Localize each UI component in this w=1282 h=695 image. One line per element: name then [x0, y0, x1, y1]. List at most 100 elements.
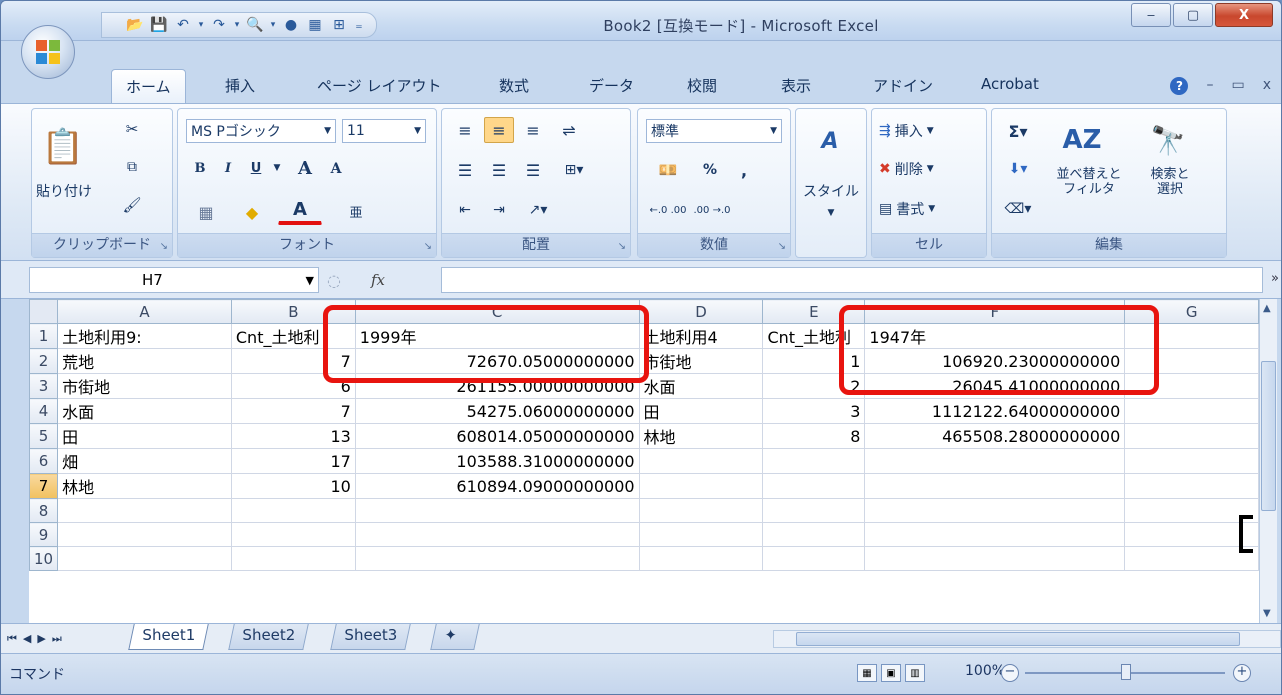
cell[interactable]: 106920.23000000000 [864, 348, 1126, 374]
row-header[interactable]: 2 [29, 348, 59, 374]
scrollbar-thumb[interactable] [1261, 361, 1276, 511]
vertical-scrollbar[interactable]: ▲ ▼ [1259, 299, 1277, 623]
chevron-down-icon[interactable]: ▼ [824, 207, 838, 219]
dialog-launcher-icon[interactable]: ↘ [778, 241, 786, 252]
column-header[interactable]: G [1124, 299, 1259, 324]
currency-icon[interactable]: 💴 [648, 157, 688, 183]
font-color-button[interactable]: A [278, 197, 322, 225]
cell[interactable] [57, 498, 232, 523]
cut-icon[interactable]: ✂ [120, 117, 144, 141]
cell[interactable]: 1999年 [354, 323, 640, 349]
align-left-icon[interactable]: ☰ [450, 157, 480, 183]
cell[interactable] [762, 448, 866, 474]
cell[interactable] [864, 522, 1126, 547]
copy-icon[interactable]: ⧉ [120, 155, 144, 179]
scroll-up-icon[interactable]: ▲ [1263, 303, 1271, 314]
format-painter-icon[interactable]: 🖌 [120, 193, 144, 217]
insert-function-button[interactable]: fx [371, 271, 385, 289]
underline-button[interactable]: U [244, 155, 268, 181]
cell[interactable]: 3 [762, 398, 866, 424]
cell[interactable] [638, 473, 764, 499]
cell[interactable] [354, 522, 640, 547]
cell[interactable]: 10 [230, 473, 356, 499]
increase-decimal-button[interactable]: ←.0 .00 [648, 197, 688, 223]
styles-icon[interactable]: A [810, 121, 850, 161]
cell[interactable]: 土地利用4 [638, 323, 764, 349]
bold-button[interactable]: B [188, 155, 212, 181]
styles-button-label[interactable]: スタイル [796, 181, 866, 201]
dialog-launcher-icon[interactable]: ↘ [160, 241, 168, 252]
cell[interactable]: 1112122.64000000000 [864, 398, 1126, 424]
scroll-down-icon[interactable]: ▼ [1263, 608, 1271, 619]
cell[interactable]: 610894.09000000000 [354, 473, 640, 499]
cell[interactable]: 水面 [57, 398, 232, 424]
shrink-font-button[interactable]: A [322, 157, 350, 181]
cell[interactable] [638, 522, 764, 547]
cell[interactable]: Cnt_土地利 [762, 323, 866, 349]
align-center-icon[interactable]: ☰ [484, 157, 514, 183]
cell[interactable] [354, 498, 640, 523]
cell[interactable]: 水面 [638, 373, 764, 399]
font-size-select[interactable]: 11 ▼ [342, 119, 426, 143]
zoom-slider-knob[interactable] [1121, 664, 1131, 680]
sort-filter-label[interactable]: 並べ替えと フィルタ [1048, 167, 1130, 197]
ribbon-restore-icon[interactable]: ▭ [1231, 77, 1244, 95]
tab-formulas[interactable]: 数式 [499, 75, 529, 96]
format-cells-button[interactable]: ▤ 書式 ▼ [878, 197, 982, 221]
cell[interactable]: 608014.05000000000 [354, 423, 640, 449]
cell[interactable] [230, 522, 356, 547]
row-header[interactable]: 10 [29, 546, 59, 571]
column-header[interactable]: A [57, 299, 232, 324]
sheet-nav-icon[interactable]: ⏮◀▶⏭ [7, 632, 68, 646]
paste-icon[interactable]: 📋 [38, 117, 88, 177]
cell[interactable] [762, 473, 866, 499]
number-format-select[interactable]: 標準 ▼ [646, 119, 782, 143]
delete-cells-button[interactable]: ✖ 削除 ▼ [878, 157, 982, 181]
tab-data[interactable]: データ [589, 75, 634, 96]
minimize-button[interactable]: ‒ [1131, 3, 1171, 27]
cell[interactable]: 26045.41000000000 [864, 373, 1126, 399]
decrease-indent-icon[interactable]: ⇤ [450, 197, 480, 223]
cell[interactable]: 17 [230, 448, 356, 474]
font-name-select[interactable]: MS Pゴシック ▼ [186, 119, 336, 143]
cell[interactable] [354, 546, 640, 571]
cell[interactable] [864, 546, 1126, 571]
align-right-icon[interactable]: ☰ [518, 157, 548, 183]
row-header[interactable]: 8 [29, 498, 59, 523]
insert-sheet-tab[interactable]: ✦ [430, 624, 480, 650]
increase-indent-icon[interactable]: ⇥ [484, 197, 514, 223]
tab-home[interactable]: ホーム [111, 69, 186, 105]
column-header[interactable]: E [762, 299, 866, 324]
cell[interactable]: 畑 [57, 448, 232, 474]
paste-label[interactable]: 貼り付け [32, 181, 96, 201]
cell[interactable]: 465508.28000000000 [864, 423, 1126, 449]
cell[interactable]: 261155.00000000000 [354, 373, 640, 399]
italic-button[interactable]: I [216, 155, 240, 181]
sheet-tab-2[interactable]: Sheet2 [228, 624, 309, 650]
page-layout-view-icon[interactable]: ▣ [881, 664, 901, 682]
tab-add-ins[interactable]: アドイン [873, 75, 933, 96]
cell[interactable] [1124, 448, 1259, 474]
cell[interactable] [864, 473, 1126, 499]
cell[interactable]: 田 [638, 398, 764, 424]
cell[interactable]: 市街地 [638, 348, 764, 374]
cell[interactable] [230, 498, 356, 523]
cell[interactable] [864, 498, 1126, 523]
grow-font-button[interactable]: A [290, 155, 320, 181]
select-all-corner[interactable] [29, 299, 59, 324]
cell[interactable]: Cnt_土地利 [230, 323, 356, 349]
cell[interactable] [762, 498, 866, 523]
cell[interactable] [1124, 473, 1259, 499]
cell[interactable]: 6 [230, 373, 356, 399]
ribbon-close-icon[interactable]: x [1263, 77, 1271, 95]
tab-acrobat[interactable]: Acrobat [981, 75, 1039, 93]
cell[interactable]: 13 [230, 423, 356, 449]
cell[interactable] [1124, 398, 1259, 424]
cell[interactable] [638, 448, 764, 474]
office-button[interactable] [21, 25, 75, 79]
row-header[interactable]: 9 [29, 522, 59, 547]
cell[interactable]: 7 [230, 348, 356, 374]
formula-input[interactable] [441, 267, 1263, 293]
cell[interactable]: 林地 [638, 423, 764, 449]
row-header[interactable]: 6 [29, 448, 59, 474]
